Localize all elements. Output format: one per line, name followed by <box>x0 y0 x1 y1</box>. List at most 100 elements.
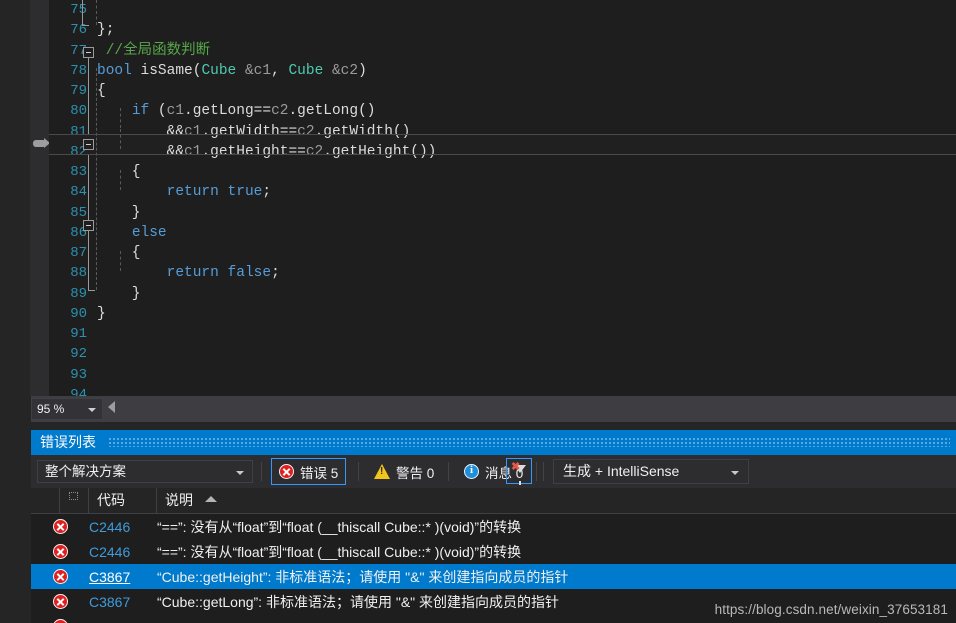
line-number: 80 <box>70 103 87 120</box>
code-line[interactable]: 81 &&c1.getWidth==c2.getWidth() <box>49 122 956 142</box>
error-icon <box>52 519 68 534</box>
row-description: “Cube::getHeight”: 非标准语法；请使用 "&" 来创建指向成员… <box>157 568 569 585</box>
error-grid-header: 代码 说明 <box>31 488 956 514</box>
line-number: 87 <box>70 245 87 261</box>
error-grid-rows[interactable]: C2446 “==”: 没有从“float”到“float (__thiscall… <box>31 514 956 623</box>
code-text-area[interactable]: 75 76}; 77 //全局函数判断 78 bool isSame(Cube &c1,… <box>49 0 956 396</box>
code-line-text: }; <box>97 22 115 39</box>
line-number: 94 <box>70 386 87 396</box>
toolbar-separator <box>448 462 449 481</box>
code-line[interactable]: 78 bool isSame(Cube &c1, Cube &c2) <box>49 61 956 81</box>
editor-status-strip: 95 % <box>0 396 956 422</box>
line-number: 78 <box>70 62 87 79</box>
row-code-link[interactable]: C2446 <box>89 519 157 535</box>
table-row[interactable]: C2446 “==”: 没有从“float”到“float (__thiscall… <box>31 539 956 564</box>
error-icon <box>52 569 68 584</box>
row-severity-cell <box>31 544 89 559</box>
warning-filter-label: 警告 0 <box>396 465 435 481</box>
grid-header-severity-col[interactable] <box>31 488 60 513</box>
row-description: “Cube::getLong”: 非标准语法；请使用 "&" 来创建指向成员的指… <box>157 593 560 610</box>
build-filter-combobox[interactable]: 生成 + IntelliSense <box>553 459 749 484</box>
build-filter-value: 生成 + IntelliSense <box>563 463 680 479</box>
clear-filter-icon-button[interactable]: ✖ <box>506 458 532 485</box>
code-line-text: } <box>97 305 106 322</box>
fold-toggle-function[interactable] <box>83 47 94 58</box>
line-number: 92 <box>70 346 87 363</box>
error-list-panel: 错误列表 整个解决方案 错误 5 警告 0 消息 0 <box>0 422 956 623</box>
code-line[interactable]: 86 else <box>49 223 956 243</box>
error-icon <box>52 594 68 609</box>
zoom-level-value: 95 % <box>37 402 65 416</box>
grid-header-image-col[interactable] <box>60 488 89 513</box>
code-line-text: if (c1.getLong==c2.getLong() <box>131 103 376 120</box>
code-line[interactable]: 92 <box>49 344 956 364</box>
chevron-down-icon <box>731 471 739 475</box>
toolbar-separator <box>261 462 262 481</box>
grid-header-description-label: 说明 <box>165 492 193 508</box>
code-line[interactable]: 75 <box>49 0 956 20</box>
row-code-link[interactable]: C3867 <box>89 594 157 610</box>
scope-filter-value: 整个解决方案 <box>45 464 126 479</box>
code-line[interactable]: 91 <box>49 324 956 344</box>
fold-guide-line <box>88 58 89 134</box>
warning-filter-button[interactable]: 警告 0 <box>366 458 442 485</box>
line-number: 89 <box>70 285 87 302</box>
panel-drag-grip[interactable] <box>109 438 950 447</box>
fold-guide-foot <box>88 290 95 291</box>
fold-toggle-if[interactable] <box>83 139 94 150</box>
scope-filter-combobox[interactable]: 整个解决方案 <box>37 460 253 483</box>
zoom-level-combobox[interactable]: 95 % <box>31 398 103 420</box>
fold-guide-line <box>82 0 83 25</box>
error-icon <box>279 464 294 479</box>
toolbar-separator <box>536 462 537 481</box>
row-code-link[interactable]: C2446 <box>89 544 157 560</box>
chevron-down-icon <box>88 408 96 412</box>
code-line-text: { <box>97 164 141 180</box>
code-line-text: } <box>97 204 141 221</box>
line-number: 79 <box>70 83 87 99</box>
table-row[interactable]: C3867 “Cube::getHeight”: 非标准语法；请使用 "&" 来创… <box>31 564 956 589</box>
grid-header-code[interactable]: 代码 <box>89 488 157 513</box>
fold-toggle-else[interactable] <box>83 220 94 231</box>
code-line[interactable]: 82 &&c1.getHeight==c2.getHeight()) <box>49 142 956 162</box>
code-line[interactable]: 77 //全局函数判断 <box>49 41 956 61</box>
code-line[interactable]: 89 } <box>49 284 956 304</box>
indent-guide <box>120 108 121 128</box>
indent-guide <box>96 0 97 25</box>
editor-breakpoint-gutter[interactable] <box>30 0 49 396</box>
horizontal-scroll-left-arrow[interactable] <box>108 401 115 413</box>
code-line[interactable]: 84 return true; <box>49 182 956 202</box>
panel-left-pad <box>0 422 31 623</box>
error-icon <box>52 619 68 623</box>
grid-header-description[interactable]: 说明 <box>157 488 956 513</box>
code-line[interactable]: 90} <box>49 304 956 324</box>
code-line-text: } <box>97 285 141 302</box>
row-severity-cell <box>31 594 89 609</box>
warning-icon <box>374 464 390 479</box>
code-line[interactable]: 85 } <box>49 203 956 223</box>
code-line-text: bool isSame(Cube &c1, Cube &c2) <box>97 62 367 79</box>
error-list-titlebar[interactable]: 错误列表 <box>31 430 956 455</box>
table-row[interactable]: C3867 “Cube::getLong”: 非标准语法；请使用 "&" 来创建指… <box>31 589 956 614</box>
error-filter-label: 错误 5 <box>300 465 339 481</box>
line-number: 84 <box>70 184 87 201</box>
row-severity-cell <box>31 569 89 584</box>
code-line[interactable]: 83 { <box>49 162 956 182</box>
code-line[interactable]: 76}; <box>49 20 956 40</box>
code-line[interactable]: 94 <box>49 385 956 396</box>
code-line[interactable]: 87 { <box>49 243 956 263</box>
indent-guide <box>120 129 121 149</box>
code-editor[interactable]: 75 76}; 77 //全局函数判断 78 bool isSame(Cube &c1,… <box>0 0 956 396</box>
fold-guide-foot <box>82 25 89 26</box>
error-filter-button[interactable]: 错误 5 <box>271 458 347 485</box>
code-line[interactable]: 80 if (c1.getLong==c2.getLong() <box>49 101 956 121</box>
table-row[interactable] <box>31 614 956 623</box>
row-code-link[interactable]: C3867 <box>89 569 157 585</box>
code-line[interactable]: 79 { <box>49 81 956 101</box>
code-line[interactable]: 93 <box>49 365 956 385</box>
code-line[interactable]: 88 return false; <box>49 263 956 283</box>
line-number: 82 <box>70 143 87 160</box>
table-row[interactable]: C2446 “==”: 没有从“float”到“float (__thiscall… <box>31 514 956 539</box>
code-line-text: //全局函数判断 <box>97 42 211 59</box>
error-list-title: 错误列表 <box>40 434 96 450</box>
